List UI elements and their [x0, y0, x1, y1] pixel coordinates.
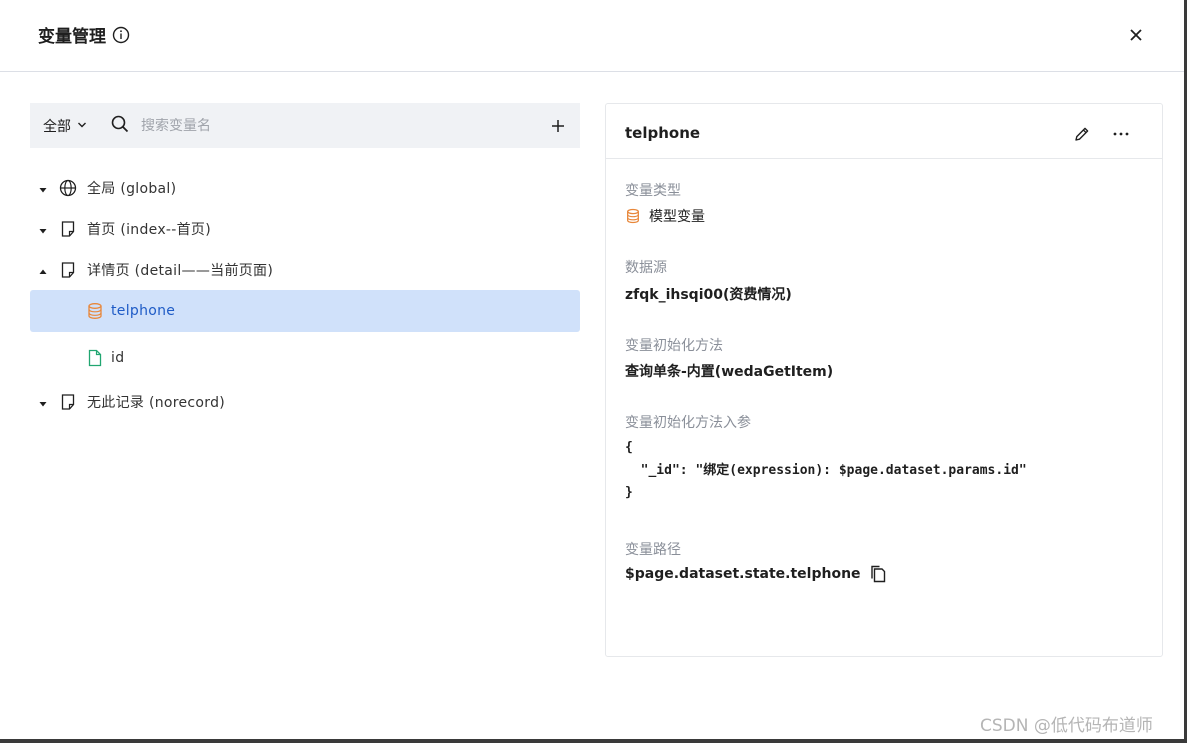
dialog-header: 变量管理 — [0, 0, 1187, 72]
chevron-down-icon — [77, 118, 87, 134]
globe-icon — [59, 179, 77, 197]
caret-down-icon[interactable] — [38, 397, 48, 407]
tree-node-norecord[interactable]: 无此记录 (norecord) — [30, 381, 580, 422]
dialog-title: 变量管理 — [38, 22, 130, 47]
variable-detail-panel: telphone 变量类型 模型变量 数据源 zfqk_ihsqi00(资费情况… — [605, 103, 1163, 657]
database-icon — [625, 208, 641, 224]
source-label: 数据源 — [625, 260, 667, 276]
detail-title: telphone — [625, 124, 701, 142]
caret-down-icon[interactable] — [38, 183, 48, 193]
type-value-text: 模型变量 — [649, 209, 705, 225]
path-label: 变量路径 — [625, 542, 681, 558]
tree-leaf-label: telphone — [111, 303, 176, 319]
search-input[interactable] — [141, 117, 441, 134]
init-params-label: 变量初始化方法入参 — [625, 415, 751, 431]
info-circle-icon[interactable] — [112, 26, 130, 44]
window-bottom-border — [0, 739, 1187, 743]
tree-node-global[interactable]: 全局 (global) — [30, 167, 580, 208]
page-icon — [59, 393, 77, 411]
tree-leaf-telphone[interactable]: telphone — [30, 290, 580, 332]
type-value: 模型变量 — [625, 206, 705, 226]
variable-manager-dialog: 变量管理 全部 全局 (gl — [0, 0, 1187, 743]
tree-node-label: 详情页 (detail——当前页面) — [87, 262, 274, 279]
tree-node-label: 全局 (global) — [87, 180, 177, 197]
plus-icon[interactable] — [548, 116, 568, 136]
tree-node-detail[interactable]: 详情页 (detail——当前页面) — [30, 249, 580, 290]
tree-leaf-label: id — [111, 350, 125, 366]
page-icon — [59, 261, 77, 279]
caret-down-icon[interactable] — [38, 224, 48, 234]
path-value-text: $page.dataset.state.telphone — [625, 566, 861, 582]
watermark: CSDN @低代码布道师 — [980, 716, 1153, 736]
init-params-code: { "_id": "绑定(expression): $page.dataset.… — [625, 440, 1027, 500]
pencil-icon[interactable] — [1073, 125, 1091, 143]
tree-leaf-id[interactable]: id — [30, 335, 580, 381]
init-method-value: 查询单条-内置(wedaGetItem) — [625, 364, 834, 380]
source-value: zfqk_ihsqi00(资费情况) — [625, 287, 792, 303]
tree-node-label: 无此记录 (norecord) — [87, 394, 226, 411]
variable-tree: 全局 (global) 首页 (index--首页) 详情页 (detail——… — [30, 167, 580, 422]
path-value: $page.dataset.state.telphone — [625, 565, 887, 583]
close-icon[interactable] — [1124, 23, 1148, 47]
more-horizontal-icon[interactable] — [1111, 125, 1131, 143]
dialog-title-text: 变量管理 — [38, 27, 106, 47]
detail-header: telphone — [606, 104, 1162, 159]
search-icon — [111, 115, 129, 137]
caret-up-icon[interactable] — [38, 265, 48, 275]
page-icon — [59, 220, 77, 238]
database-icon — [86, 302, 104, 320]
tree-node-label: 首页 (index--首页) — [87, 221, 211, 238]
scope-select-label: 全部 — [43, 118, 71, 135]
file-icon — [86, 349, 104, 367]
init-method-label: 变量初始化方法 — [625, 338, 723, 354]
variable-toolbar: 全部 — [30, 103, 580, 148]
scope-select[interactable]: 全部 — [43, 116, 87, 136]
tree-node-index[interactable]: 首页 (index--首页) — [30, 208, 580, 249]
type-label: 变量类型 — [625, 183, 681, 199]
copy-icon[interactable] — [869, 565, 887, 583]
search-box — [111, 115, 548, 137]
